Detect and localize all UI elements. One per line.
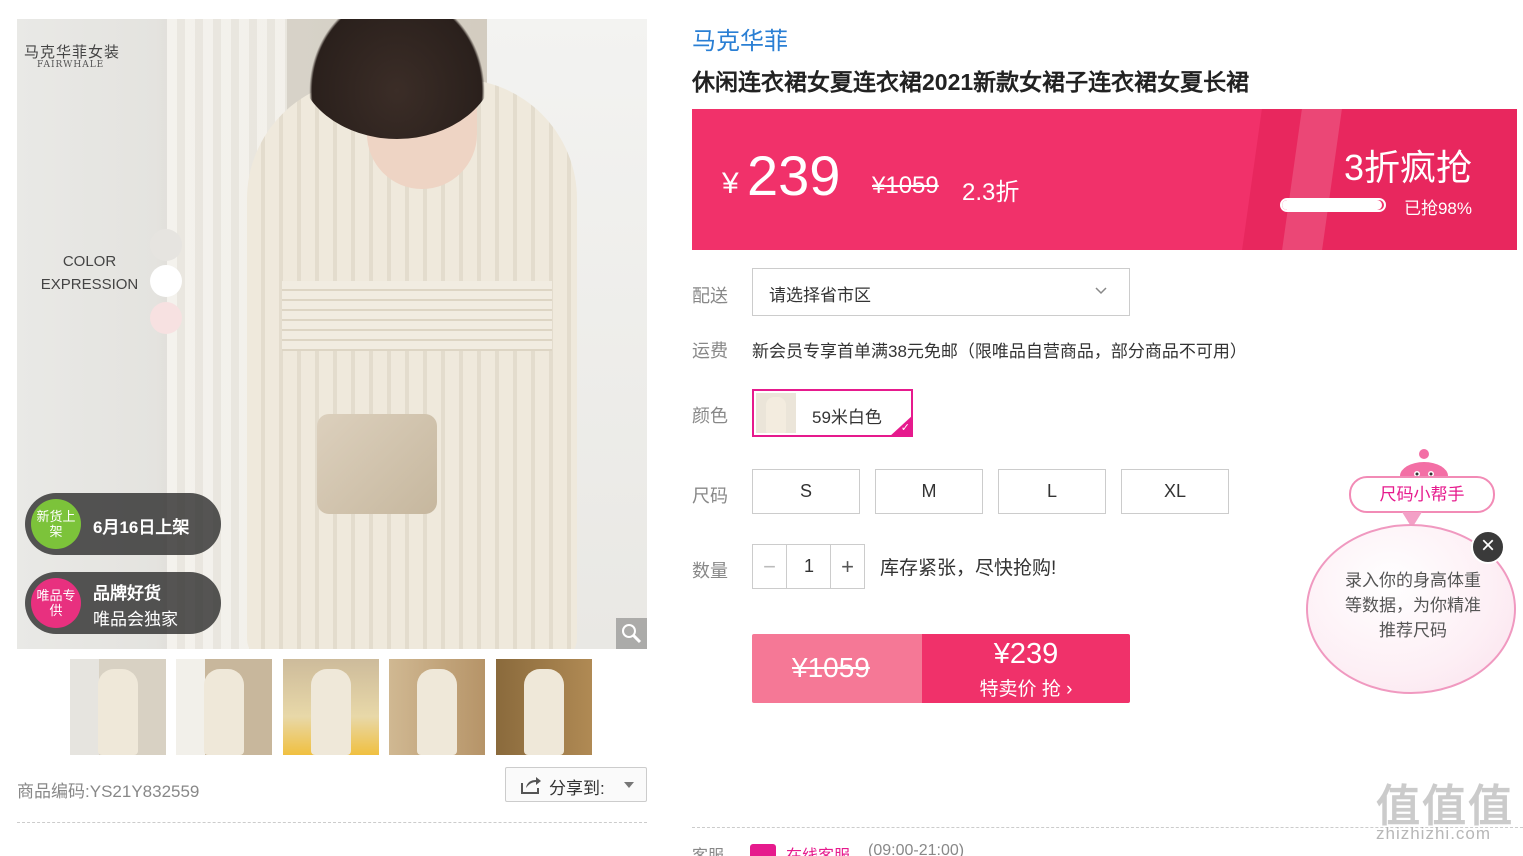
- shipping-label: 运费: [692, 341, 728, 361]
- sold-progress-bar: [1280, 198, 1386, 212]
- size-option-m[interactable]: M: [875, 469, 983, 514]
- thumbnail-figure: [98, 669, 138, 755]
- swatch-grey: [150, 229, 182, 261]
- size-option-s[interactable]: S: [752, 469, 860, 514]
- caret-down-icon: [624, 782, 634, 788]
- size-label: 尺码: [692, 486, 728, 506]
- new-arrival-pill: 新货上架 6月16日上架: [25, 493, 221, 555]
- site-watermark: 值值值 zhizhizhi.com: [1376, 770, 1516, 850]
- magnifier-icon: [622, 624, 642, 644]
- customer-service-row: 客服 在线客服 (09:00-21:00): [692, 842, 1292, 856]
- stock-warning: 库存紧张，尽快抢购!: [880, 558, 1057, 579]
- vip-line-1: 品牌好货: [93, 584, 161, 603]
- sold-percent-label: 已抢98%: [1403, 199, 1472, 218]
- flash-sale-label: 3折疯抢: [1343, 147, 1472, 188]
- photo-handbag: [317, 414, 437, 514]
- vip-exclusive-pill: 唯品专供 品牌好货 唯品会独家: [25, 572, 221, 634]
- region-select-value: 请选择省市区: [769, 286, 871, 305]
- thumbnail-4[interactable]: [389, 659, 485, 755]
- brand-link[interactable]: 马克华菲: [692, 21, 788, 56]
- share-button[interactable]: 分享到:: [505, 767, 647, 802]
- quantity-minus-button[interactable]: −: [753, 545, 787, 588]
- price-original: ¥1059: [872, 172, 939, 199]
- new-arrival-date: 6月16日上架: [93, 518, 190, 537]
- zoom-button[interactable]: [616, 618, 647, 649]
- thumbnail-1[interactable]: [70, 659, 166, 755]
- product-title: 休闲连衣裙女夏连衣裙2021新款女裙子连衣裙女夏长裙: [692, 69, 1250, 95]
- vip-exclusive-badge: 唯品专供: [31, 578, 81, 628]
- price-currency: ¥: [722, 167, 739, 200]
- image-color-word: COLOR: [62, 253, 117, 270]
- buy-original-price: ¥1059: [792, 652, 870, 683]
- size-helper-button[interactable]: 尺码小帮手: [1349, 476, 1495, 513]
- buy-special-price: ¥239: [993, 638, 1059, 670]
- close-icon[interactable]: ×: [1471, 530, 1505, 564]
- quantity-value[interactable]: 1: [787, 545, 831, 588]
- quantity-plus-button[interactable]: +: [830, 545, 864, 588]
- thumbnail-5[interactable]: [496, 659, 592, 755]
- image-expression-word: EXPRESSION: [40, 276, 139, 293]
- buy-button[interactable]: ¥1059 ¥239 特卖价 抢 ›: [752, 634, 1130, 703]
- thumbnail-figure: [417, 669, 457, 755]
- main-product-image[interactable]: 马克华菲女装 FAIRWHALE COLOR EXPRESSION 新货上架 6…: [17, 19, 647, 649]
- color-option-label: 59米白色: [812, 408, 882, 427]
- color-label: 颜色: [692, 406, 728, 426]
- price-current: 239: [747, 144, 841, 207]
- customer-service-link[interactable]: 在线客服: [786, 842, 850, 856]
- product-code: 商品编码:YS21Y832559: [17, 777, 199, 802]
- thumbnail-3[interactable]: [283, 659, 379, 755]
- quantity-stepper: − 1 +: [752, 544, 865, 589]
- shipping-text: 新会员专享首单满38元免邮（限唯品自营商品，部分商品不可用）: [752, 342, 1247, 361]
- size-option-l[interactable]: L: [998, 469, 1106, 514]
- swatch-white: [150, 265, 182, 297]
- thumbnail-figure: [524, 669, 564, 755]
- customer-service-label: 客服: [692, 842, 724, 856]
- image-brand-cn: 马克华菲女装: [24, 43, 121, 61]
- color-option-thumbnail: [756, 393, 796, 433]
- color-option-selected[interactable]: 59米白色 ✓: [752, 389, 913, 437]
- chevron-down-icon: [1095, 287, 1107, 295]
- chat-icon: [750, 844, 776, 856]
- sold-progress-fill: [1282, 200, 1382, 210]
- buy-original-price-area: ¥1059: [752, 634, 922, 703]
- product-code-value: YS21Y832559: [89, 782, 200, 801]
- delivery-label: 配送: [692, 286, 728, 306]
- price-banner: ¥ 239 ¥1059 2.3折 3折疯抢 已抢98%: [692, 109, 1517, 250]
- image-brand-en: FAIRWHALE: [37, 60, 105, 70]
- product-code-label: 商品编码:: [17, 782, 90, 801]
- thumbnail-figure: [311, 669, 351, 755]
- size-helper-message: 录入你的身高体重等数据，为你精准推荐尺码: [1345, 571, 1481, 640]
- quantity-label: 数量: [692, 561, 728, 581]
- customer-service-hours: (09:00-21:00): [868, 842, 965, 856]
- buy-special-price-area[interactable]: ¥239 特卖价 抢 ›: [922, 634, 1130, 703]
- region-select[interactable]: 请选择省市区: [752, 268, 1130, 316]
- thumbnail-figure: [204, 669, 244, 755]
- left-divider: [17, 822, 647, 823]
- watermark-url: zhizhizhi.com: [1376, 824, 1492, 843]
- price-discount: 2.3折: [962, 179, 1020, 206]
- size-option-xl[interactable]: XL: [1121, 469, 1229, 514]
- share-icon: [521, 777, 541, 794]
- check-icon: ✓: [900, 422, 910, 434]
- thumbnail-2[interactable]: [176, 659, 272, 755]
- share-label: 分享到:: [549, 779, 605, 798]
- new-arrival-badge: 新货上架: [31, 499, 81, 549]
- swatch-pink: [150, 302, 182, 334]
- vip-line-2: 唯品会独家: [93, 610, 178, 629]
- photo-dress-waist: [282, 281, 552, 351]
- buy-action-label: 特卖价 抢 ›: [979, 679, 1073, 700]
